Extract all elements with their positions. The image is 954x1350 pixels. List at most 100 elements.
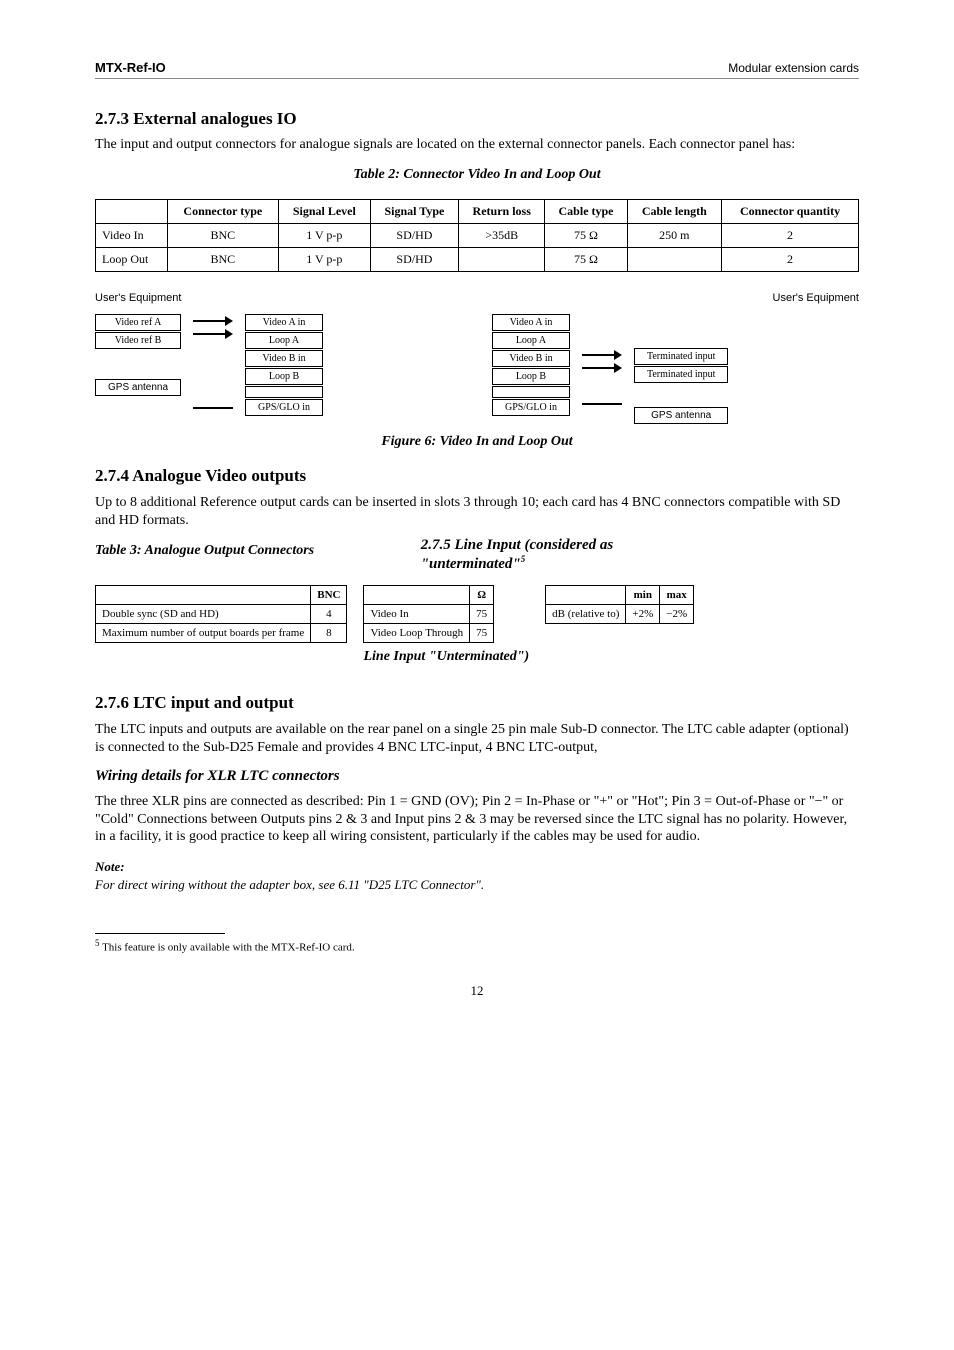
- td: Video In: [96, 224, 168, 248]
- diagram-box: [245, 386, 323, 398]
- wiring-subhead: Wiring details for XLR LTC connectors: [95, 768, 859, 785]
- td: 75 Ω: [545, 224, 627, 248]
- table1-caption: Table 2: Connector Video In and Loop Out: [95, 167, 859, 183]
- diagram-box: Loop A: [245, 332, 323, 349]
- diagram-video-in-loop-out: User's Equipment Video ref A Video ref B…: [95, 292, 859, 424]
- connector-line: [193, 407, 233, 409]
- td: Maximum number of output boards per fram…: [96, 624, 311, 643]
- th: Cable length: [627, 200, 721, 224]
- diagram-box: GPS antenna: [634, 407, 728, 424]
- th: Signal Type: [370, 200, 458, 224]
- td: 75 Ω: [545, 248, 627, 272]
- diagram-box: Loop A: [492, 332, 570, 349]
- diagram-box: Video ref B: [95, 332, 181, 349]
- th: Connector quantity: [722, 200, 859, 224]
- diagram-box: Terminated input: [634, 348, 728, 365]
- arrow-icon: [193, 316, 233, 326]
- section-line-input-title: 2.7.5 Line Input (considered as "untermi…: [421, 537, 614, 572]
- diagram-box: Video B in: [492, 350, 570, 367]
- td: 8: [311, 624, 347, 643]
- table-header-row: Connector type Signal Level Signal Type …: [96, 200, 859, 224]
- th: Ω: [470, 586, 494, 605]
- diagram-box: Video B in: [245, 350, 323, 367]
- th: Signal Level: [278, 200, 370, 224]
- td: −2%: [660, 605, 694, 624]
- th: Connector type: [167, 200, 278, 224]
- table-tolerance: minmax dB (relative to)+2%−2%: [545, 585, 694, 624]
- table-row: Video In BNC 1 V p-p SD/HD >35dB 75 Ω 25…: [96, 224, 859, 248]
- diagram-box: [492, 386, 570, 398]
- td: 2: [722, 224, 859, 248]
- section-ltc-title: 2.7.6 LTC input and output: [95, 693, 859, 713]
- section-analogue-out-title: 2.7.4 Analogue Video outputs: [95, 466, 859, 486]
- arrow-icon: [193, 329, 233, 339]
- footnote: 5 This feature is only available with th…: [95, 938, 859, 954]
- th: BNC: [311, 586, 347, 605]
- td: >35dB: [459, 224, 545, 248]
- arrow-icon: [582, 363, 622, 373]
- header-left: MTX-Ref-IO: [95, 60, 166, 75]
- diagram-box: Video ref A: [95, 314, 181, 331]
- three-spec-tables: BNC Double sync (SD and HD)4 Maximum num…: [95, 585, 859, 681]
- page-number: 12: [95, 983, 859, 999]
- footnote-num: 5: [95, 938, 100, 948]
- th: [96, 586, 311, 605]
- page-header: MTX-Ref-IO Modular extension cards: [95, 60, 859, 79]
- wiring-body: The three XLR pins are connected as desc…: [95, 793, 859, 846]
- td: dB (relative to): [546, 605, 626, 624]
- table-video-in-loop-out: Connector type Signal Level Signal Type …: [95, 199, 859, 272]
- diagram-box: Terminated input: [634, 366, 728, 383]
- analogue-out-lead: Up to 8 additional Reference output card…: [95, 494, 859, 529]
- table3-caption: Table 3: Analogue Output Connectors: [95, 543, 405, 559]
- td: 250 m: [627, 224, 721, 248]
- line-input-subcaption: Line Input "Unterminated"): [363, 649, 529, 665]
- table-row: Loop Out BNC 1 V p-p SD/HD 75 Ω 2: [96, 248, 859, 272]
- td: SD/HD: [370, 248, 458, 272]
- footnote-rule: [95, 933, 225, 934]
- note-body: For direct wiring without the adapter bo…: [95, 877, 859, 893]
- footnote-ref: 5: [521, 554, 526, 564]
- th: [546, 586, 626, 605]
- diagram-box: GPS antenna: [95, 379, 181, 396]
- td: Video In: [364, 605, 470, 624]
- diagram-box: Video A in: [492, 314, 570, 331]
- td: +2%: [626, 605, 660, 624]
- td: 75: [470, 624, 494, 643]
- td: Video Loop Through: [364, 624, 470, 643]
- header-right: Modular extension cards: [728, 61, 859, 75]
- table-analogue-output: BNC Double sync (SD and HD)4 Maximum num…: [95, 585, 347, 643]
- table-impedance: Ω Video In75 Video Loop Through75: [363, 585, 494, 643]
- th: Cable type: [545, 200, 627, 224]
- footnote-text: This feature is only available with the …: [102, 941, 355, 953]
- connector-line: [582, 403, 622, 405]
- td: 1 V p-p: [278, 224, 370, 248]
- td: [627, 248, 721, 272]
- diagram-box: GPS/GLO in: [492, 399, 570, 416]
- user-equipment-label: User's Equipment: [95, 292, 462, 304]
- td: BNC: [167, 248, 278, 272]
- td: [459, 248, 545, 272]
- arrow-icon: [582, 350, 622, 360]
- td: Loop Out: [96, 248, 168, 272]
- note-head: Note:: [95, 859, 859, 875]
- diagram-box: Loop B: [492, 368, 570, 385]
- th: [96, 200, 168, 224]
- td: 75: [470, 605, 494, 624]
- th: Return loss: [459, 200, 545, 224]
- th: max: [660, 586, 694, 605]
- diagram-box: Loop B: [245, 368, 323, 385]
- ltc-body: The LTC inputs and outputs are available…: [95, 721, 859, 756]
- th: min: [626, 586, 660, 605]
- td: 2: [722, 248, 859, 272]
- td: 1 V p-p: [278, 248, 370, 272]
- td: BNC: [167, 224, 278, 248]
- ext-io-lead: The input and output connectors for anal…: [95, 137, 859, 153]
- td: SD/HD: [370, 224, 458, 248]
- td: Double sync (SD and HD): [96, 605, 311, 624]
- user-equipment-label: User's Equipment: [492, 292, 859, 304]
- td: 4: [311, 605, 347, 624]
- figure-caption: Figure 6: Video In and Loop Out: [95, 434, 859, 450]
- diagram-box: Video A in: [245, 314, 323, 331]
- th: [364, 586, 470, 605]
- diagram-box: GPS/GLO in: [245, 399, 323, 416]
